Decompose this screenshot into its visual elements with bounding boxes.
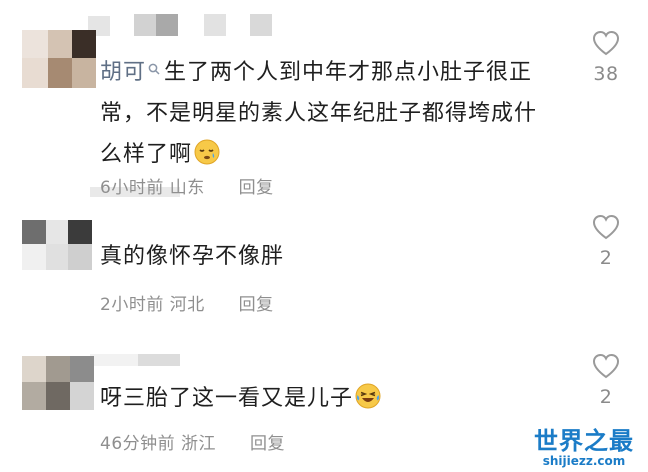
- comment-text-line1: 生了两个人到中年才那点小肚子很正: [164, 60, 533, 85]
- search-icon: [148, 63, 160, 75]
- pixelated-header: [90, 354, 180, 366]
- timestamp: 2小时前: [100, 295, 164, 315]
- watermark-title: 世界之最: [534, 427, 634, 455]
- avatar[interactable]: [22, 356, 94, 410]
- comment-text: 呀三胎了这一看又是儿子: [100, 378, 520, 419]
- comment-text-content: 呀三胎了这一看又是儿子: [100, 386, 354, 411]
- comment-text-line3: 么样了啊: [100, 142, 193, 167]
- reply-button[interactable]: 回复: [239, 178, 274, 198]
- location: 河北: [169, 295, 205, 315]
- comment-text: 胡可 生了两个人到中年才那点小肚子很正 常，不是明星的素人这年纪肚子都得垮成什 么…: [100, 52, 580, 175]
- avatar[interactable]: [22, 220, 92, 270]
- timestamp: 46分钟前: [100, 434, 176, 454]
- watermark-logo: 世界之最 shijiezz.com: [526, 428, 642, 468]
- reply-button[interactable]: 回复: [250, 434, 285, 454]
- like-heart-icon[interactable]: [591, 213, 621, 241]
- watermark-url: shijiezz.com: [542, 454, 626, 468]
- reply-button[interactable]: 回复: [239, 295, 274, 315]
- laughing-tears-icon: [355, 383, 381, 409]
- comment-meta: 6小时前 山东 回复: [100, 173, 274, 198]
- comment-text-line2: 常，不是明星的素人这年纪肚子都得垮成什: [100, 101, 538, 126]
- comment-section: 胡可 生了两个人到中年才那点小肚子很正 常，不是明星的素人这年纪肚子都得垮成什 么…: [0, 0, 648, 472]
- like-heart-icon[interactable]: [591, 29, 621, 57]
- comment-meta: 46分钟前 浙江 回复: [100, 429, 285, 454]
- location: 浙江: [181, 434, 217, 454]
- comment-line: 胡可 生了两个人到中年才那点小肚子很正: [100, 52, 580, 93]
- username[interactable]: 胡可: [100, 60, 146, 85]
- comment-line-3: 么样了啊: [100, 134, 580, 175]
- like-heart-icon[interactable]: [591, 352, 621, 380]
- like-count: 38: [593, 63, 619, 85]
- comment-text: 真的像怀孕不像胖: [100, 244, 285, 269]
- avatar[interactable]: [22, 30, 96, 88]
- location: 山东: [169, 178, 205, 198]
- like-count: 2: [599, 386, 613, 408]
- timestamp: 6小时前: [100, 178, 164, 198]
- pixelated-header: [80, 10, 280, 40]
- comment-meta: 2小时前 河北 回复: [100, 290, 274, 315]
- sleepy-face-icon: [194, 139, 220, 165]
- like-count: 2: [599, 247, 613, 269]
